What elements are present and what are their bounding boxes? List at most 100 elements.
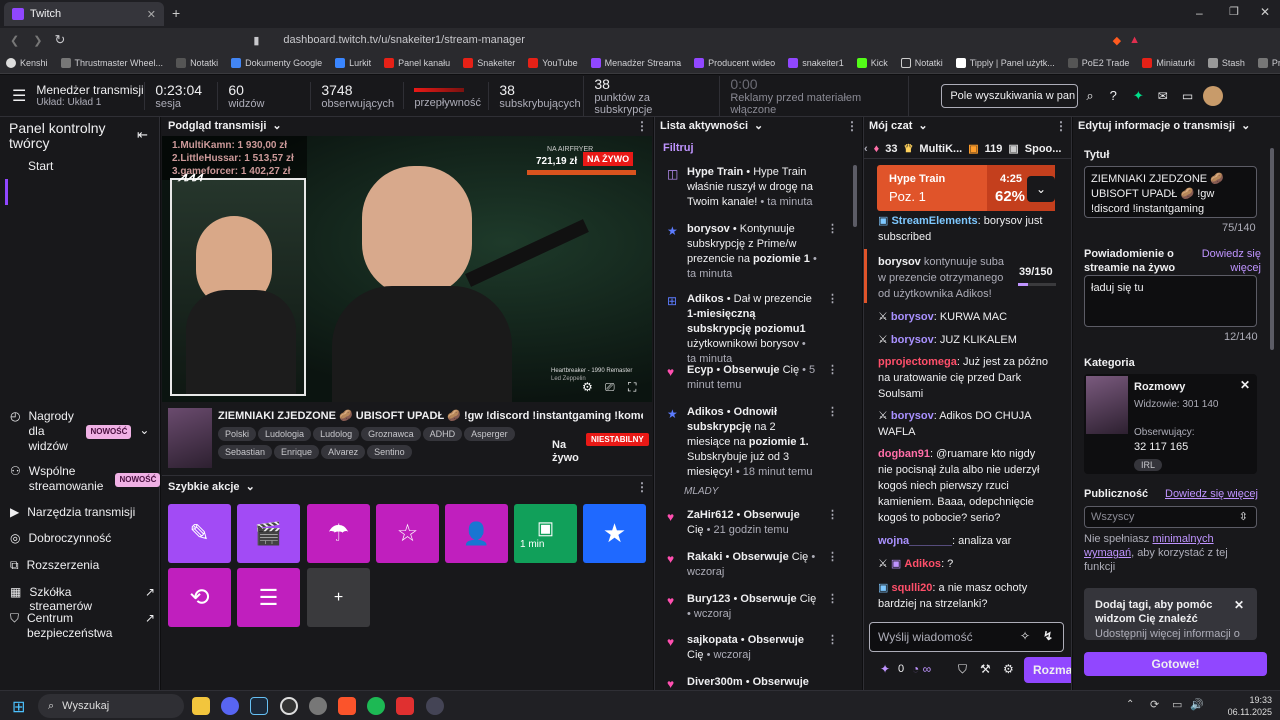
discord-icon[interactable]	[221, 697, 239, 715]
item-menu-icon[interactable]: ⋮	[827, 550, 838, 565]
bookmark-12[interactable]: Notatki	[900, 57, 943, 68]
tag[interactable]: Asperger	[464, 427, 515, 441]
menu-icon[interactable]: ☰	[12, 86, 26, 106]
app-icon[interactable]	[309, 697, 327, 715]
bookmark-page-icon[interactable]: ▮	[253, 34, 259, 47]
activity-scrollbar[interactable]	[853, 165, 857, 227]
bookmark-13[interactable]: Tipply | Panel użytk...	[955, 57, 1055, 68]
bookmark-8[interactable]: Menadżer Streama	[590, 57, 681, 68]
app-icon[interactable]	[426, 697, 444, 715]
tag[interactable]: Groznawca	[361, 427, 421, 441]
leaderboard-user[interactable]: Spoo...	[1025, 143, 1062, 155]
chevron-left-icon[interactable]: ‹	[864, 143, 868, 155]
bookmark-7[interactable]: YouTube	[528, 57, 578, 68]
volume-icon[interactable]: 🔊	[1190, 698, 1204, 711]
windows-start-icon[interactable]: ⊞	[12, 697, 25, 717]
help-icon[interactable]: ?	[1110, 88, 1117, 103]
tray-chevron-icon[interactable]: ⌃	[1126, 699, 1134, 710]
brave-rewards-icon[interactable]: ▲	[1129, 34, 1140, 46]
search-icon[interactable]: ⌕	[1086, 88, 1093, 104]
emote-icon[interactable]: ✧	[1020, 629, 1030, 643]
close-tab-icon[interactable]: ✕	[147, 8, 156, 21]
stream-video[interactable]: 1.MultiKamn: 1 930,00 zł 2.LittleHussar:…	[162, 136, 652, 402]
remove-category-icon[interactable]: ✕	[1240, 378, 1250, 392]
spotify-icon[interactable]	[367, 697, 385, 715]
notify-input[interactable]: ładuj się tu	[1084, 275, 1257, 327]
bookmark-4[interactable]: Lurkit	[335, 57, 371, 68]
inbox-icon[interactable]: ✉	[1158, 89, 1168, 103]
bookmark-14[interactable]: PoE2 Trade	[1067, 57, 1129, 68]
restore-icon[interactable]: ❐	[1229, 5, 1239, 18]
quick-actions-header[interactable]: Szybkie akcje ⌄	[168, 480, 255, 494]
audience-select[interactable]: Wszyscy ⇳	[1084, 506, 1257, 528]
nav-item-safety[interactable]: ⛉ Centrum bezpieczeństwa ↗	[10, 611, 155, 641]
nav-item-charity[interactable]: ◎ Dobroczynność	[10, 531, 155, 545]
forward-icon[interactable]: ❯	[33, 34, 42, 47]
url-input[interactable]: dashboard.twitch.tv/u/snakeiter1/stream-…	[283, 34, 525, 46]
settings-gear-icon[interactable]: ⚙	[582, 380, 593, 394]
prime-icon[interactable]: ✦	[1133, 88, 1144, 104]
nav-item-rewards[interactable]: ◴ Nagrody dla widzów NOWOŚĆ ⌄	[10, 409, 155, 454]
avatar[interactable]	[1203, 85, 1224, 106]
nav-item-academy[interactable]: ▦ Szkółka streamerów ↗	[10, 585, 155, 613]
bookmark-9[interactable]: Producent wideo	[694, 57, 775, 68]
category-card[interactable]: Rozmowy ✕ Widzowie: 301 140 Obserwujący:…	[1084, 374, 1257, 474]
item-menu-icon[interactable]: ⋮	[827, 592, 838, 607]
layout-button[interactable]: ☰	[237, 568, 300, 627]
chat-header[interactable]: Mój czat ⌄	[869, 119, 928, 133]
bookmark-10[interactable]: snakeiter1	[788, 57, 844, 68]
bookmark-6[interactable]: Snakeiter	[463, 57, 515, 68]
highlight-button[interactable]: ☆	[376, 504, 439, 563]
chat-menu-icon[interactable]: ⋮	[1055, 119, 1067, 133]
search-input[interactable]: Pole wyszukiwania w pan	[941, 83, 1079, 108]
item-menu-icon[interactable]: ⋮	[827, 363, 838, 378]
nav-item-tools[interactable]: ▶ Narzędzia transmisji	[10, 505, 155, 519]
network-icon[interactable]: ▭	[1172, 698, 1182, 711]
chevron-down-icon[interactable]: ⌄	[139, 423, 149, 437]
app-icon[interactable]	[396, 697, 414, 715]
hype-train-expand-icon[interactable]: ⌄	[1027, 176, 1055, 202]
item-menu-icon[interactable]: ⋮	[827, 222, 838, 237]
filter-button[interactable]: Filtruj	[663, 142, 694, 154]
title-input[interactable]: ZIEMNIAKI ZJEDZONE 🥔 UBISOFT UPADŁ 🥔 !gw…	[1084, 166, 1257, 218]
edit-info-header[interactable]: Edytuj informacje o transmisji ⌄	[1078, 119, 1250, 133]
reload-icon[interactable]: ↻	[54, 32, 65, 48]
bits-cheer-icon[interactable]: ↯	[1043, 629, 1053, 643]
feature-button[interactable]: ★	[583, 504, 646, 563]
leaderboard-user[interactable]: MultiK...	[919, 143, 962, 155]
minimize-icon[interactable]: –	[1196, 6, 1203, 20]
channel-points-icon[interactable]: ✦	[880, 662, 890, 676]
quick-actions-menu-icon[interactable]: ⋮	[636, 480, 648, 494]
new-tab-icon[interactable]: +	[172, 5, 180, 21]
brave-icon[interactable]	[338, 697, 356, 715]
whispers-icon[interactable]: ▭	[1182, 89, 1193, 103]
tag[interactable]: Alvarez	[321, 445, 366, 459]
activity-header[interactable]: Lista aktywności ⌄	[660, 119, 763, 133]
nav-item-extensions[interactable]: ⧉ Rozszerzenia	[10, 558, 155, 573]
chat-input[interactable]: Wyślij wiadomość	[869, 622, 1064, 652]
bookmark-3[interactable]: Dokumenty Google	[231, 57, 322, 68]
add-moderator-button[interactable]: 👤	[445, 504, 508, 563]
taskbar-search[interactable]: ⌕ Wyszukaj	[38, 694, 184, 718]
window-close-icon[interactable]: ✕	[1260, 5, 1270, 19]
tag[interactable]: Ludologia	[258, 427, 312, 441]
tray-icon[interactable]: ⟳	[1150, 698, 1159, 711]
nav-item-collab[interactable]: ⚇ Wspólne streamowanie NOWOŚĆ	[10, 464, 161, 494]
bookmark-15[interactable]: Miniaturki	[1142, 57, 1195, 68]
bookmark-17[interactable]: Przeczytaj - Kurs log...	[1257, 57, 1280, 68]
file-explorer-icon[interactable]	[192, 697, 210, 715]
chat-settings-icon[interactable]: ⚙	[1003, 662, 1014, 676]
obs-icon[interactable]	[280, 697, 298, 715]
bookmark-1[interactable]: Thrustmaster Wheel...	[60, 57, 163, 68]
preview-header[interactable]: Podgląd transmisji ⌄	[168, 119, 282, 133]
item-menu-icon[interactable]: ⋮	[827, 508, 838, 523]
run-ad-button[interactable]: ▣ 1 min	[514, 504, 577, 563]
bookmark-11[interactable]: Kick	[856, 57, 888, 68]
tag[interactable]: Polski	[218, 427, 257, 441]
mod-tools-icon[interactable]: ⚒	[980, 662, 991, 676]
collapse-nav-icon[interactable]: ⇤	[137, 127, 148, 143]
preview-menu-icon[interactable]: ⋮	[636, 119, 648, 133]
activity-menu-icon[interactable]: ⋮	[846, 119, 858, 133]
nav-item-start[interactable]: Start	[10, 159, 155, 173]
edit-info-button[interactable]: ✎	[168, 504, 231, 563]
